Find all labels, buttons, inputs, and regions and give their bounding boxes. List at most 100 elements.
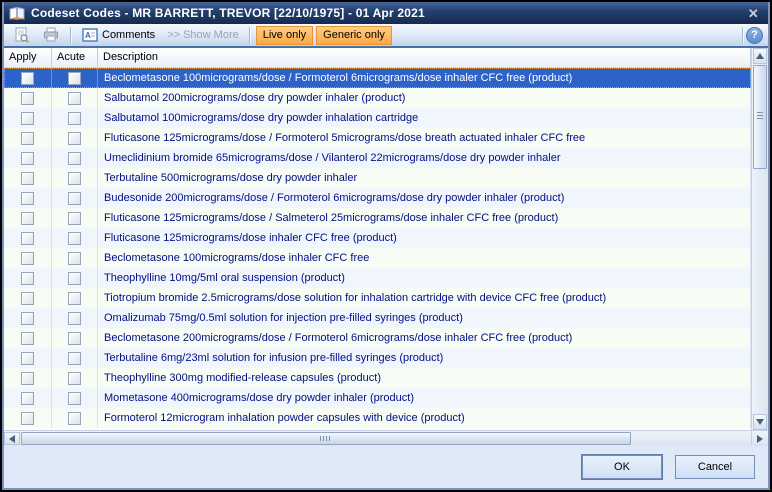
description-cell: Budesonide 200micrograms/dose / Formoter…: [98, 188, 751, 208]
apply-checkbox[interactable]: [21, 112, 34, 125]
codeset-codes-dialog: Codeset Codes - MR BARRETT, TREVOR [22/1…: [0, 0, 772, 492]
ok-button[interactable]: OK: [582, 455, 662, 479]
acute-cell: [52, 188, 98, 208]
acute-cell: [52, 328, 98, 348]
table-row[interactable]: Budesonide 200micrograms/dose / Formoter…: [4, 188, 751, 208]
description-cell: Salbutamol 100micrograms/dose dry powder…: [98, 108, 751, 128]
description-cell: Omalizumab 75mg/0.5ml solution for injec…: [98, 308, 751, 328]
acute-checkbox[interactable]: [68, 172, 81, 185]
vertical-scrollbar[interactable]: [751, 48, 768, 430]
apply-checkbox[interactable]: [21, 132, 34, 145]
horizontal-scrollbar-thumb[interactable]: [21, 432, 631, 445]
acute-checkbox[interactable]: [68, 152, 81, 165]
triangle-left-icon: [9, 435, 15, 443]
apply-checkbox[interactable]: [21, 352, 34, 365]
column-header-acute[interactable]: Acute: [52, 48, 98, 68]
acute-checkbox[interactable]: [68, 272, 81, 285]
table-row[interactable]: Terbutaline 500micrograms/dose dry powde…: [4, 168, 751, 188]
acute-checkbox[interactable]: [68, 412, 81, 425]
print-preview-button[interactable]: [9, 25, 35, 45]
description-cell: Formoterol 12microgram inhalation powder…: [98, 408, 751, 428]
help-icon[interactable]: ?: [746, 27, 763, 44]
apply-cell: [4, 228, 52, 248]
table-row[interactable]: Theophylline 10mg/5ml oral suspension (p…: [4, 268, 751, 288]
acute-checkbox[interactable]: [68, 112, 81, 125]
cancel-button[interactable]: Cancel: [675, 455, 755, 479]
table-row[interactable]: Beclometasone 200micrograms/dose / Formo…: [4, 328, 751, 348]
acute-checkbox[interactable]: [68, 312, 81, 325]
acute-checkbox[interactable]: [68, 92, 81, 105]
table-row[interactable]: Terbutaline 6mg/23ml solution for infusi…: [4, 348, 751, 368]
apply-checkbox[interactable]: [21, 292, 34, 305]
apply-checkbox[interactable]: [21, 372, 34, 385]
acute-checkbox[interactable]: [68, 352, 81, 365]
apply-cell: [4, 328, 52, 348]
acute-cell: [52, 388, 98, 408]
table-row[interactable]: Formoterol 12microgram inhalation powder…: [4, 408, 751, 428]
table-row[interactable]: Omalizumab 75mg/0.5ml solution for injec…: [4, 308, 751, 328]
scroll-right-button[interactable]: [751, 430, 768, 446]
show-more-button[interactable]: >> Show More: [163, 29, 243, 41]
apply-checkbox[interactable]: [21, 252, 34, 265]
apply-cell: [4, 168, 52, 188]
apply-checkbox[interactable]: [21, 412, 34, 425]
apply-cell: [4, 108, 52, 128]
description-cell: Theophylline 300mg modified-release caps…: [98, 368, 751, 388]
table-row[interactable]: Beclometasone 100micrograms/dose inhaler…: [4, 248, 751, 268]
comments-button[interactable]: A Comments: [77, 25, 160, 45]
acute-cell: [52, 128, 98, 148]
table-row[interactable]: Tiotropium bromide 2.5micrograms/dose so…: [4, 288, 751, 308]
table-row[interactable]: Fluticasone 125micrograms/dose / Formote…: [4, 128, 751, 148]
apply-checkbox[interactable]: [21, 72, 34, 85]
scroll-down-button[interactable]: [753, 414, 767, 430]
table-row[interactable]: Fluticasone 125micrograms/dose inhaler C…: [4, 228, 751, 248]
scroll-left-button[interactable]: [4, 432, 20, 445]
column-header-description[interactable]: Description: [98, 48, 751, 68]
comments-label: Comments: [102, 29, 155, 41]
titlebar: Codeset Codes - MR BARRETT, TREVOR [22/1…: [4, 2, 768, 24]
apply-checkbox[interactable]: [21, 212, 34, 225]
acute-checkbox[interactable]: [68, 72, 81, 85]
print-button[interactable]: [38, 25, 64, 45]
apply-cell: [4, 188, 52, 208]
scroll-up-button[interactable]: [753, 48, 767, 64]
apply-cell: [4, 128, 52, 148]
apply-checkbox[interactable]: [21, 192, 34, 205]
apply-checkbox[interactable]: [21, 92, 34, 105]
description-cell: Terbutaline 6mg/23ml solution for infusi…: [98, 348, 751, 368]
acute-checkbox[interactable]: [68, 252, 81, 265]
apply-checkbox[interactable]: [21, 172, 34, 185]
column-header-apply[interactable]: Apply: [4, 48, 52, 68]
apply-checkbox[interactable]: [21, 312, 34, 325]
toolbar-separator: [249, 27, 250, 44]
acute-checkbox[interactable]: [68, 232, 81, 245]
acute-cell: [52, 288, 98, 308]
vertical-scrollbar-thumb[interactable]: [753, 65, 767, 169]
table-row[interactable]: Fluticasone 125micrograms/dose / Salmete…: [4, 208, 751, 228]
apply-checkbox[interactable]: [21, 272, 34, 285]
acute-cell: [52, 228, 98, 248]
table-row[interactable]: Beclometasone 100micrograms/dose / Formo…: [4, 68, 751, 88]
apply-checkbox[interactable]: [21, 152, 34, 165]
table-row[interactable]: Salbutamol 200micrograms/dose dry powder…: [4, 88, 751, 108]
acute-checkbox[interactable]: [68, 212, 81, 225]
generic-only-toggle[interactable]: Generic only: [316, 26, 392, 45]
triangle-up-icon: [756, 53, 764, 59]
acute-checkbox[interactable]: [68, 372, 81, 385]
table-row[interactable]: Umeclidinium bromide 65micrograms/dose /…: [4, 148, 751, 168]
acute-checkbox[interactable]: [68, 332, 81, 345]
apply-checkbox[interactable]: [21, 392, 34, 405]
table-row[interactable]: Mometasone 400micrograms/dose dry powder…: [4, 388, 751, 408]
apply-checkbox[interactable]: [21, 232, 34, 245]
live-only-toggle[interactable]: Live only: [256, 26, 313, 45]
acute-checkbox[interactable]: [68, 192, 81, 205]
acute-checkbox[interactable]: [68, 132, 81, 145]
close-icon[interactable]: ✕: [746, 7, 761, 20]
acute-checkbox[interactable]: [68, 392, 81, 405]
table-row[interactable]: Salbutamol 100micrograms/dose dry powder…: [4, 108, 751, 128]
horizontal-scrollbar[interactable]: [4, 430, 751, 446]
apply-checkbox[interactable]: [21, 332, 34, 345]
acute-checkbox[interactable]: [68, 292, 81, 305]
codes-list: Apply Acute Description Beclometasone 10…: [4, 48, 751, 430]
table-row[interactable]: Theophylline 300mg modified-release caps…: [4, 368, 751, 388]
